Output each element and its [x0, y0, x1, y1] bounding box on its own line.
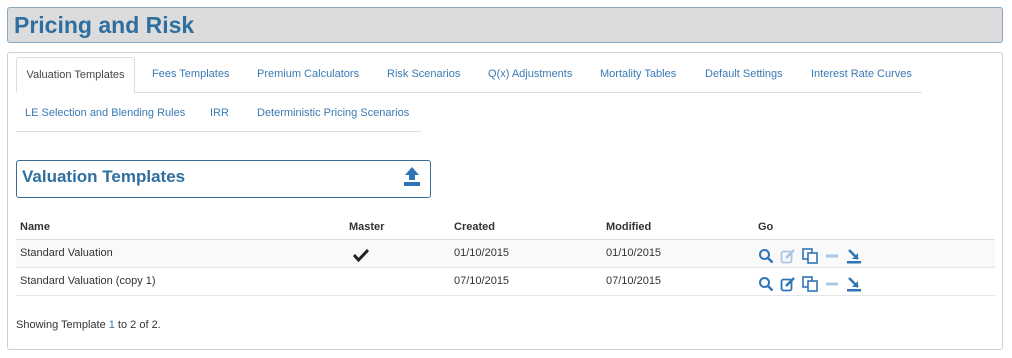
copy-icon[interactable]: [802, 248, 818, 264]
cell-created: 07/10/2015: [450, 267, 602, 296]
minus-icon[interactable]: [824, 248, 840, 264]
cell-name: Standard Valuation (copy 1): [16, 267, 345, 296]
cell-created: 01/10/2015: [450, 239, 602, 268]
search-icon[interactable]: [758, 276, 774, 292]
cell-name: Standard Valuation: [16, 239, 345, 268]
column-header-go: Go: [754, 215, 995, 240]
page-header: Pricing and Risk: [7, 7, 1003, 43]
pagination-summary: Showing Template 1 to 2 of 2.: [16, 319, 161, 331]
tab-mortality-tables[interactable]: Mortality Tables: [600, 57, 676, 93]
column-header-created[interactable]: Created: [450, 215, 602, 240]
copy-icon[interactable]: [802, 276, 818, 292]
row-actions: [758, 248, 995, 264]
tab-deterministic-pricing[interactable]: Deterministic Pricing Scenarios: [257, 96, 409, 132]
minus-icon[interactable]: [824, 276, 840, 292]
table-row: Standard Valuation (copy 1) 07/10/2015 0…: [16, 267, 995, 296]
tab-risk-scenarios[interactable]: Risk Scenarios: [387, 57, 460, 93]
section-header: Valuation Templates: [16, 160, 431, 198]
templates-table: Name Master Created Modified Go Standard…: [16, 215, 995, 296]
pagination-prefix: Showing Template: [16, 319, 109, 331]
section-title: Valuation Templates: [22, 167, 186, 186]
upload-icon[interactable]: [402, 166, 422, 188]
edit-icon[interactable]: [780, 248, 796, 264]
tab-qx-adjustments[interactable]: Q(x) Adjustments: [488, 57, 572, 93]
cell-go: [754, 267, 995, 296]
tab-premium-calculators[interactable]: Premium Calculators: [257, 57, 359, 93]
cell-master: [345, 239, 450, 268]
checkmark-icon: [352, 248, 370, 263]
cell-go: [754, 239, 995, 268]
search-icon[interactable]: [758, 248, 774, 264]
table-header-row: Name Master Created Modified Go: [16, 215, 995, 240]
export-icon[interactable]: [846, 276, 862, 292]
row-actions: [758, 276, 995, 292]
page-title: Pricing and Risk: [14, 12, 195, 38]
tab-bar-row-1: Valuation Templates Fees Templates Premi…: [16, 57, 922, 93]
column-header-modified[interactable]: Modified: [602, 215, 754, 240]
pagination-suffix: to 2 of 2.: [114, 319, 161, 331]
edit-icon[interactable]: [780, 276, 796, 292]
tab-default-settings[interactable]: Default Settings: [705, 57, 783, 93]
tab-bar-row-2: LE Selection and Blending Rules IRR Dete…: [16, 96, 421, 132]
cell-modified: 01/10/2015: [602, 239, 754, 268]
tab-valuation-templates[interactable]: Valuation Templates: [16, 57, 135, 93]
tab-interest-rate-curves[interactable]: Interest Rate Curves: [811, 57, 912, 93]
tab-irr[interactable]: IRR: [210, 96, 229, 132]
cell-modified: 07/10/2015: [602, 267, 754, 296]
table-row: Standard Valuation 01/10/2015 01/10/2015: [16, 239, 995, 268]
column-header-name[interactable]: Name: [16, 215, 345, 240]
column-header-master[interactable]: Master: [345, 215, 450, 240]
export-icon[interactable]: [846, 248, 862, 264]
main-panel: Valuation Templates Fees Templates Premi…: [7, 52, 1003, 350]
tab-fees-templates[interactable]: Fees Templates: [152, 57, 229, 93]
tab-le-selection-blending[interactable]: LE Selection and Blending Rules: [25, 96, 185, 132]
cell-master: [345, 267, 450, 296]
